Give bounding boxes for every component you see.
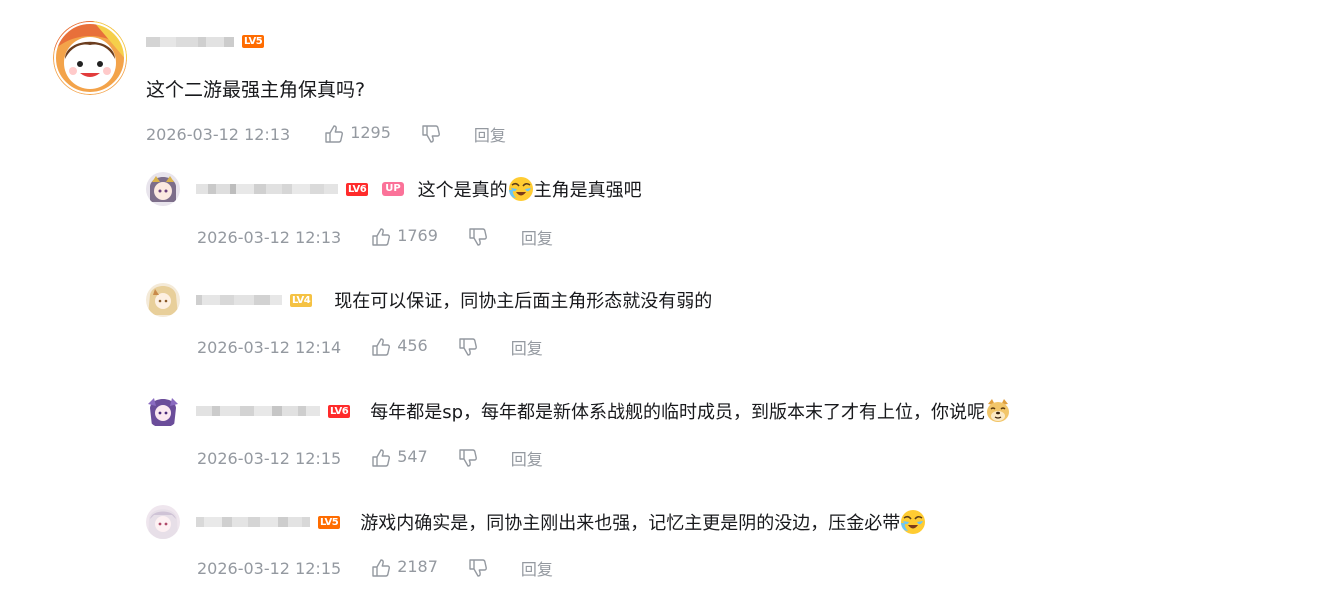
- thumb-up-icon: [372, 338, 391, 356]
- reply-info: 2026-03-12 12:15 547 回复: [197, 446, 543, 470]
- thumb-up-icon: [372, 449, 391, 467]
- username-blurred[interactable]: [196, 294, 282, 306]
- level-badge: LV6: [328, 404, 351, 418]
- thumb-down-icon: [459, 449, 477, 467]
- reply-text: 每年都是sp，每年都是新体系战舰的临时成员，到版本末了才有上位，你说呢: [370, 398, 1011, 424]
- comment-info: 2026-03-12 12:13 1295 回复: [146, 122, 506, 146]
- level-badge: LV4: [290, 293, 313, 307]
- doge-emoji-icon: [987, 399, 1010, 422]
- dislike-button[interactable]: [458, 448, 478, 468]
- reply-button[interactable]: 回复: [521, 556, 553, 580]
- reply-text: 这个是真的 主角是真强吧: [418, 176, 642, 202]
- reply-text-part: 主角是真强吧: [533, 180, 642, 201]
- reply-item: LV6 UP 这个是真的 主角是真强吧: [146, 171, 642, 207]
- thumb-down-icon: [469, 559, 487, 577]
- thumb-up-icon: [372, 228, 391, 246]
- comment-time: 2026-03-12 12:13: [146, 124, 291, 144]
- username-blurred[interactable]: [196, 516, 310, 528]
- thumb-down-icon: [469, 228, 487, 246]
- like-button[interactable]: 1769: [371, 225, 438, 247]
- comment-time: 2026-03-12 12:14: [197, 337, 342, 357]
- comment-text: 这个二游最强主角保真吗?: [146, 79, 366, 101]
- like-button[interactable]: 456: [371, 335, 428, 357]
- comment-time: 2026-03-12 12:15: [197, 558, 342, 578]
- reply-button[interactable]: 回复: [474, 122, 506, 146]
- dislike-button[interactable]: [458, 337, 478, 357]
- like-count: 456: [397, 335, 428, 355]
- like-count: 1295: [350, 122, 391, 142]
- thumb-up-icon: [372, 559, 391, 577]
- reply-text-part: 每年都是sp，每年都是新体系战舰的临时成员，到版本末了才有上位，你说呢: [370, 402, 986, 423]
- reply-item: LV6 每年都是sp，每年都是新体系战舰的临时成员，到版本末了才有上位，你说呢: [146, 393, 1011, 429]
- user-avatar[interactable]: [53, 21, 127, 95]
- level-badge: LV5: [318, 515, 341, 529]
- reply-text-part: 这个是真的: [417, 180, 508, 201]
- reply-info: 2026-03-12 12:15 2187 回复: [197, 556, 553, 580]
- reply-button[interactable]: 回复: [511, 446, 543, 470]
- like-button[interactable]: 1295: [324, 122, 391, 144]
- thumb-down-icon: [422, 125, 440, 143]
- thumb-up-icon: [325, 125, 344, 143]
- like-count: 547: [397, 446, 428, 466]
- reply-text: 现在可以保证，同协主后面主角形态就没有弱的: [334, 291, 713, 312]
- reply-item: LV4 现在可以保证，同协主后面主角形态就没有弱的: [146, 282, 712, 318]
- reply-text-part: 游戏内确实是，同协主刚出来也强，记忆主更是阴的没边，压金必带: [360, 513, 901, 534]
- comment-thread: LV5 这个二游最强主角保真吗? 2026-03-12 12:13 1295 回…: [0, 0, 1318, 608]
- reply-item: LV5 游戏内确实是，同协主刚出来也强，记忆主更是阴的没边，压金必带: [146, 504, 926, 540]
- like-count: 2187: [397, 556, 438, 576]
- username-row: LV6 UP: [196, 182, 404, 196]
- user-avatar[interactable]: [146, 172, 180, 206]
- like-button[interactable]: 2187: [371, 556, 438, 578]
- level-badge: LV6: [346, 182, 369, 196]
- laughing-cry-emoji-icon: [508, 177, 533, 201]
- reply-info: 2026-03-12 12:14 456 回复: [197, 335, 543, 359]
- up-badge: UP: [382, 182, 404, 196]
- dislike-button[interactable]: [421, 124, 441, 144]
- user-avatar[interactable]: [146, 394, 180, 428]
- username-blurred[interactable]: [146, 36, 234, 48]
- reply-button[interactable]: 回复: [521, 225, 553, 249]
- username-blurred[interactable]: [196, 183, 338, 195]
- comment-time: 2026-03-12 12:15: [197, 448, 342, 468]
- reply-info: 2026-03-12 12:13 1769 回复: [197, 225, 553, 249]
- level-badge: LV5: [242, 35, 265, 48]
- username-blurred[interactable]: [196, 405, 320, 417]
- reply-text: 游戏内确实是，同协主刚出来也强，记忆主更是阴的没边，压金必带: [360, 509, 926, 535]
- user-avatar[interactable]: [146, 283, 180, 317]
- laughing-cry-emoji-icon: [901, 510, 926, 534]
- thumb-down-icon: [459, 338, 477, 356]
- like-button[interactable]: 547: [371, 446, 428, 468]
- reply-button[interactable]: 回复: [511, 335, 543, 359]
- username-row: LV4: [196, 293, 313, 307]
- comment-time: 2026-03-12 12:13: [197, 227, 342, 247]
- user-avatar[interactable]: [146, 505, 180, 539]
- dislike-button[interactable]: [468, 558, 488, 578]
- username-row: LV5: [196, 515, 341, 529]
- like-count: 1769: [397, 225, 438, 245]
- dislike-button[interactable]: [468, 227, 488, 247]
- username-row: LV6: [196, 404, 351, 418]
- username-row: LV5: [146, 35, 265, 48]
